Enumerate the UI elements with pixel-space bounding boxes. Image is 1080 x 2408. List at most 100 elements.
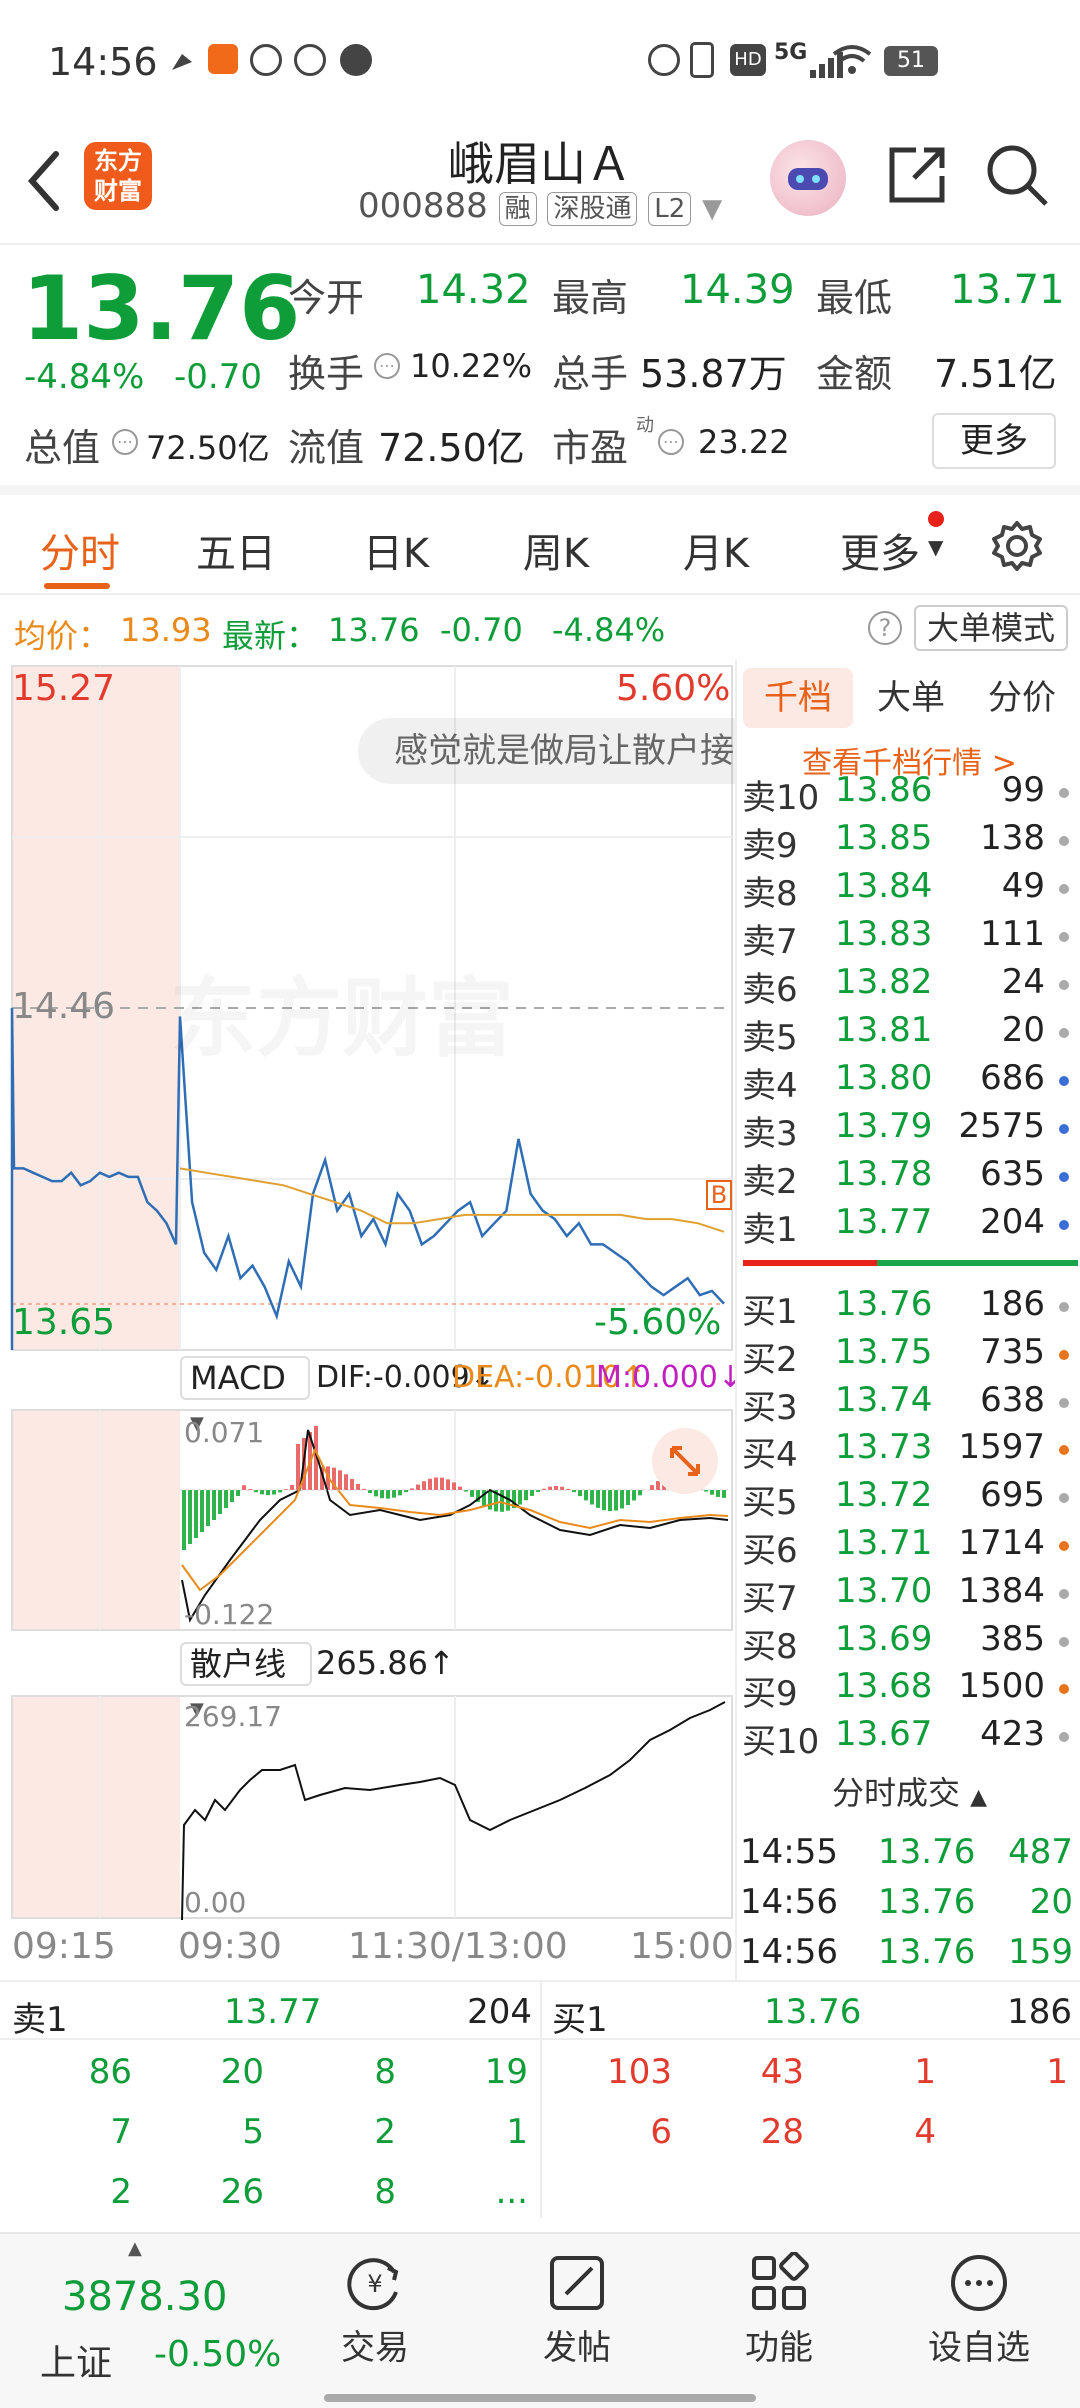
bid-row[interactable]: 买9 13.68 1500 <box>740 1666 1075 1714</box>
macd-bar <box>290 1484 294 1490</box>
bid-row[interactable]: 买5 13.72 695 <box>740 1475 1075 1523</box>
change-percent: -4.84% <box>24 357 145 397</box>
retail-selector[interactable]: 散户线 ▼ <box>180 1642 312 1720</box>
bid-row[interactable]: 买4 13.73 1597 <box>740 1427 1075 1475</box>
tick-trades-label: 分时成交 <box>831 1774 960 1812</box>
turnover-value: 10.22% <box>410 347 533 385</box>
stock-name[interactable]: 峨眉山Ａ <box>330 128 750 194</box>
bid-row[interactable]: 买3 13.74 638 <box>740 1380 1075 1428</box>
stock-code-row: 000888 融 深股通 L2 ▼ <box>358 186 758 226</box>
open-value: 14.32 <box>416 267 531 313</box>
level-label: 卖1 <box>742 1210 798 1250</box>
tab-weekly-k[interactable]: 周K <box>506 521 606 579</box>
bid-row[interactable]: 买7 13.70 1384 <box>740 1571 1075 1619</box>
search-icon[interactable] <box>984 142 1050 208</box>
tab-big-order[interactable]: 大单 <box>861 668 961 728</box>
bid-row[interactable]: 买10 13.67 423 <box>740 1714 1075 1762</box>
home-indicator <box>324 2394 756 2402</box>
tab-five-day[interactable]: 五日 <box>186 521 286 579</box>
functions-button[interactable]: 功能 <box>704 2244 854 2369</box>
info-icon[interactable]: ⋯ <box>374 353 400 379</box>
tick-volume: 487 <box>1008 1832 1073 1872</box>
ask-row[interactable]: 卖10 13.86 99 <box>740 770 1075 818</box>
macd-bar <box>470 1490 474 1497</box>
comment-bubble[interactable]: 感觉就是做局让散户接 <box>358 718 736 784</box>
ask-row[interactable]: 卖1 13.77 204 <box>740 1202 1075 1250</box>
buy-marker[interactable]: B <box>706 1180 732 1210</box>
level-label: 卖3 <box>742 1114 798 1154</box>
ask-row[interactable]: 卖7 13.83 111 <box>740 914 1075 962</box>
tab-price-dist[interactable]: 分价 <box>967 668 1077 728</box>
level-label: 卖8 <box>742 874 798 914</box>
macd-bar <box>392 1490 396 1498</box>
macd-bar <box>434 1477 438 1490</box>
caret-down-icon[interactable]: ▼ <box>702 194 722 224</box>
ask-row[interactable]: 卖8 13.84 49 <box>740 866 1075 914</box>
queue-buy-label: 买1 <box>552 2000 608 2040</box>
bid-row[interactable]: 买2 13.75 735 <box>740 1332 1075 1380</box>
macd-selector[interactable]: MACD ▼ <box>180 1356 310 1434</box>
ask-row[interactable]: 卖5 13.81 20 <box>740 1010 1075 1058</box>
info-icon[interactable]: ⋯ <box>658 429 684 455</box>
ask-row[interactable]: 卖9 13.85 138 <box>740 818 1075 866</box>
ask-row[interactable]: 卖3 13.79 2575 <box>740 1106 1075 1154</box>
tick-trades-header[interactable]: 分时成交 ▲ <box>737 1768 1080 1814</box>
level-price: 13.67 <box>835 1714 933 1755</box>
tick-time: 14:56 <box>740 1932 838 1972</box>
bid-row[interactable]: 买1 13.76 186 <box>740 1284 1075 1332</box>
robot-assistant-icon[interactable] <box>770 140 846 216</box>
tab-daily-k[interactable]: 日K <box>346 521 446 579</box>
gear-icon[interactable] <box>990 519 1044 573</box>
index-change: -0.50% <box>154 2334 282 2375</box>
tab-intraday[interactable]: 分时 <box>30 521 130 579</box>
macd-bar <box>272 1490 276 1495</box>
alarm-icon <box>648 44 680 76</box>
level-label: 买3 <box>742 1387 798 1428</box>
help-icon[interactable]: ? <box>868 611 902 645</box>
chart-low-pct: -5.60% <box>594 1302 722 1343</box>
tab-more[interactable]: 更多 <box>830 521 930 579</box>
level-dot <box>1059 1349 1069 1360</box>
level-price: 13.69 <box>835 1618 933 1659</box>
more-button[interactable]: 更多 <box>932 413 1056 469</box>
tab-monthly-k[interactable]: 月K <box>666 521 766 579</box>
level-volume: 1597 <box>958 1427 1045 1468</box>
bid-row[interactable]: 买6 13.71 1714 <box>740 1523 1075 1571</box>
queue-buy-order: 4 <box>914 2112 936 2152</box>
expand-icon[interactable] <box>652 1428 718 1494</box>
macd-bar <box>578 1490 582 1497</box>
order-queue: 卖1 13.77 204 买1 13.76 186 86 20 8 19 7 5 2 1 2 26… <box>0 1980 1080 2230</box>
macd-bar <box>596 1490 600 1508</box>
level-label: 买9 <box>742 1674 798 1715</box>
ask-row[interactable]: 卖4 13.80 686 <box>740 1058 1075 1106</box>
index-value[interactable]: 3878.30 <box>62 2274 227 2320</box>
ask-row[interactable]: 卖6 13.82 24 <box>740 962 1075 1010</box>
bid-row[interactable]: 买8 13.69 385 <box>740 1619 1075 1667</box>
level-volume: 1714 <box>958 1523 1045 1563</box>
post-button[interactable]: 发帖 <box>502 2244 652 2369</box>
macd-bar <box>614 1490 618 1511</box>
tab-depth[interactable]: 千档 <box>743 668 853 728</box>
share-icon[interactable] <box>884 142 950 208</box>
macd-bar <box>488 1490 492 1510</box>
retail-bottom-label: 0.00 <box>184 1886 247 1919</box>
big-order-mode-button[interactable]: 大单模式 <box>914 605 1068 651</box>
mktcap-label: 总值 <box>24 426 101 470</box>
trade-button[interactable]: ¥ 交易 <box>300 2244 450 2369</box>
open-label: 今开 <box>288 276 365 320</box>
message-icon <box>340 44 372 76</box>
macd-bar <box>260 1490 264 1495</box>
level-volume: 138 <box>980 818 1045 858</box>
back-icon[interactable] <box>22 146 66 216</box>
tick-price: 13.76 <box>878 1882 976 1922</box>
level-label: 买2 <box>742 1339 798 1380</box>
info-icon[interactable]: ⋯ <box>112 429 138 455</box>
ask-row[interactable]: 卖2 13.78 635 <box>740 1154 1075 1202</box>
level-volume: 638 <box>980 1379 1045 1420</box>
add-watchlist-button[interactable]: 设自选 <box>904 2244 1054 2369</box>
caret-up-icon[interactable]: ▲ <box>128 2238 142 2259</box>
app-logo[interactable]: 东方 财富 <box>84 142 152 210</box>
level-label: 卖4 <box>742 1066 798 1106</box>
level-label: 卖6 <box>742 970 798 1010</box>
level-volume: 1384 <box>958 1570 1045 1611</box>
